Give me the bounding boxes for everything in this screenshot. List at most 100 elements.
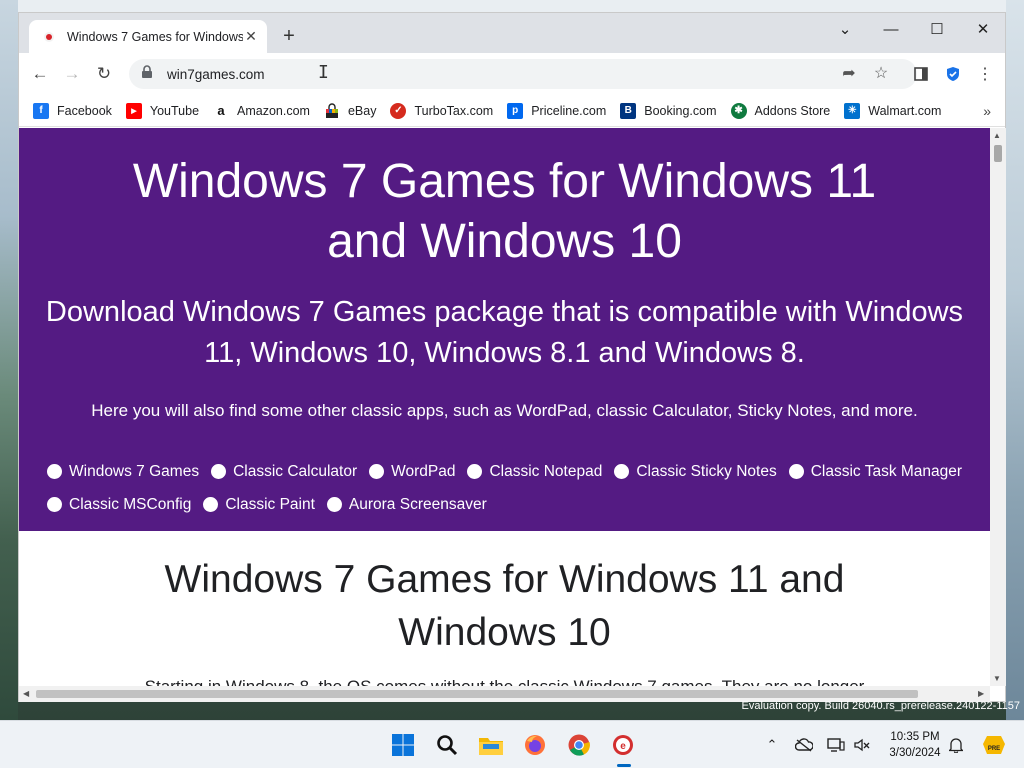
- priceline-icon: p: [507, 102, 524, 119]
- search-button[interactable]: [431, 729, 463, 761]
- app-logo-icon: e: [613, 735, 633, 755]
- browser-menu-icon[interactable]: ⋮: [972, 61, 998, 87]
- bookmark-addons-store[interactable]: ✱ Addons Store: [730, 102, 831, 119]
- option-label: Classic Calculator: [233, 462, 358, 480]
- address-bar[interactable]: win7games.com ➦ ☆: [129, 59, 917, 89]
- bookmark-ebay[interactable]: eBay: [324, 102, 376, 119]
- volume-muted-icon[interactable]: [851, 735, 873, 755]
- share-icon[interactable]: ➦: [837, 62, 861, 86]
- close-tab-icon[interactable]: ✕: [243, 28, 259, 45]
- booking-icon: B: [620, 102, 637, 119]
- horizontal-scroll-thumb[interactable]: [36, 690, 918, 698]
- bookmark-label: TurboTax.com: [414, 103, 494, 118]
- bookmark-booking[interactable]: B Booking.com: [620, 102, 717, 119]
- vertical-scroll-thumb[interactable]: [994, 145, 1002, 162]
- bookmark-label: Walmart.com: [868, 103, 942, 118]
- forward-button[interactable]: →: [59, 61, 85, 87]
- main-content: Windows 7 Games for Windows 11 and Windo…: [19, 531, 990, 686]
- bookmark-priceline[interactable]: p Priceline.com: [507, 102, 607, 119]
- radio-button[interactable]: [326, 497, 342, 512]
- hero-title: Windows 7 Games for Windows 11 and Windo…: [132, 155, 877, 268]
- option-label: Classic MSConfig: [69, 495, 192, 513]
- bookmark-turbotax[interactable]: ✓ TurboTax.com: [390, 102, 494, 119]
- desktop-background-top: [0, 0, 1024, 12]
- new-tab-button[interactable]: +: [277, 25, 301, 49]
- tab-search-chevron-icon[interactable]: ⌄: [825, 17, 865, 45]
- scroll-left-arrow-icon[interactable]: ◀: [23, 689, 29, 698]
- bookmark-label: Priceline.com: [531, 103, 607, 118]
- bookmark-star-icon[interactable]: ☆: [869, 62, 893, 86]
- file-explorer-button[interactable]: [475, 729, 507, 761]
- browser-tab[interactable]: Windows 7 Games for Windows ✕: [29, 20, 267, 53]
- option-windows-7-games[interactable]: Windows 7 Games: [47, 462, 199, 481]
- hero-banner: Windows 7 Games for Windows 11 and Windo…: [19, 128, 990, 531]
- network-icon[interactable]: [825, 735, 847, 755]
- ebay-icon: [324, 102, 340, 119]
- show-hidden-icons-chevron-icon[interactable]: ⌃: [761, 735, 783, 755]
- option-aurora-screensaver[interactable]: Aurora Screensaver: [326, 495, 487, 514]
- preview-badge-icon[interactable]: PRE: [978, 735, 1010, 755]
- active-app-button[interactable]: e: [607, 729, 639, 761]
- firefox-button[interactable]: [519, 729, 551, 761]
- bookmark-label: Addons Store: [754, 103, 831, 118]
- youtube-icon: ▶: [125, 102, 142, 119]
- search-icon: [437, 735, 458, 756]
- option-classic-notepad[interactable]: Classic Notepad: [467, 462, 602, 481]
- chrome-icon: [568, 734, 590, 756]
- scroll-up-arrow-icon[interactable]: ▲: [993, 131, 1001, 140]
- bookmark-facebook[interactable]: f Facebook: [33, 102, 112, 119]
- onedrive-cloud-icon[interactable]: [793, 735, 815, 755]
- side-panel-icon[interactable]: [908, 61, 934, 87]
- option-classic-sticky-notes[interactable]: Classic Sticky Notes: [614, 462, 777, 481]
- windows-logo-icon: [392, 734, 414, 756]
- radio-button[interactable]: [47, 464, 62, 479]
- bookmark-amazon[interactable]: a Amazon.com: [213, 102, 310, 119]
- scroll-down-arrow-icon[interactable]: ▼: [993, 674, 1001, 683]
- extension-shield-icon[interactable]: [940, 61, 966, 87]
- radio-button[interactable]: [203, 497, 219, 512]
- vertical-scrollbar[interactable]: ▲ ▼: [990, 128, 1006, 686]
- bookmark-walmart[interactable]: ✳ Walmart.com: [844, 102, 942, 119]
- turbotax-icon: ✓: [390, 102, 407, 119]
- more-bookmarks-chevron-icon[interactable]: »: [983, 103, 991, 119]
- radio-button[interactable]: [788, 464, 804, 479]
- clock-date: 3/30/2024: [889, 747, 941, 759]
- option-label: Classic Task Manager: [810, 462, 963, 480]
- radio-button[interactable]: [467, 464, 483, 479]
- lock-icon[interactable]: [141, 64, 159, 84]
- reload-button[interactable]: ↻: [91, 61, 117, 87]
- option-classic-task-manager[interactable]: Classic Task Manager: [788, 462, 963, 481]
- back-button[interactable]: ←: [27, 61, 53, 87]
- option-classic-calculator[interactable]: Classic Calculator: [211, 462, 357, 481]
- option-classic-msconfig[interactable]: Classic MSConfig: [47, 495, 191, 514]
- tab-strip: Windows 7 Games for Windows ✕ + ⌄ — ☐ ✕: [19, 13, 1005, 53]
- start-button[interactable]: [387, 729, 419, 761]
- option-classic-paint[interactable]: Classic Paint: [203, 495, 315, 514]
- tab-title: Windows 7 Games for Windows: [67, 29, 243, 44]
- radio-button[interactable]: [614, 464, 630, 479]
- close-window-button[interactable]: ✕: [963, 17, 1003, 45]
- bookmark-label: Amazon.com: [237, 103, 310, 118]
- option-label: Aurora Screensaver: [348, 495, 487, 513]
- svg-text:PRE: PRE: [988, 746, 1000, 752]
- addons-store-icon: ✱: [730, 102, 747, 119]
- app-selector: Windows 7 Games Classic Calculator WordP…: [47, 462, 977, 514]
- page-viewport: Windows 7 Games for Windows 11 and Windo…: [19, 128, 990, 686]
- option-label: Classic Notepad: [489, 462, 603, 480]
- radio-button[interactable]: [369, 464, 385, 479]
- option-label: WordPad: [391, 462, 456, 480]
- scroll-right-arrow-icon[interactable]: ▶: [978, 689, 984, 698]
- maximize-button[interactable]: ☐: [917, 17, 957, 45]
- bookmark-youtube[interactable]: ▶ YouTube: [125, 102, 199, 119]
- folder-icon: [479, 738, 503, 755]
- hero-subtitle: Download Windows 7 Games package that is…: [45, 296, 964, 369]
- notification-bell-icon[interactable]: [945, 735, 967, 755]
- desktop-background-right: [1006, 0, 1024, 720]
- option-wordpad[interactable]: WordPad: [369, 462, 455, 481]
- chrome-button[interactable]: [563, 729, 595, 761]
- radio-button[interactable]: [47, 497, 62, 512]
- clock[interactable]: 10:35 PM 3/30/2024: [880, 729, 950, 761]
- firefox-icon: [525, 735, 545, 755]
- minimize-button[interactable]: —: [871, 17, 911, 45]
- radio-button[interactable]: [211, 464, 227, 479]
